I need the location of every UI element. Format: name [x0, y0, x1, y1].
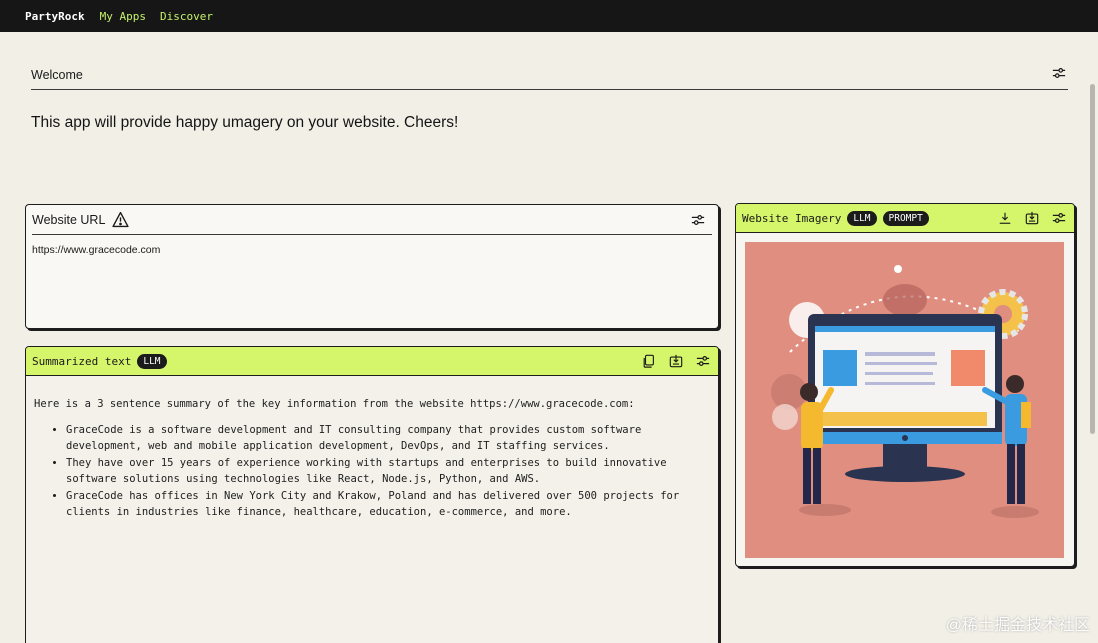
sliders-icon[interactable]	[689, 211, 707, 229]
nav-discover[interactable]: Discover	[160, 10, 213, 23]
widget-header: Website URL	[26, 205, 713, 234]
widget-title: Website Imagery	[742, 211, 842, 225]
prompt-badge: PROMPT	[882, 210, 929, 226]
list-item: They have over 15 years of experience wo…	[66, 455, 710, 488]
welcome-title: Welcome	[31, 68, 83, 82]
generated-website-illustration	[745, 242, 1064, 558]
summary-output: Here is a 3 sentence summary of the key …	[26, 376, 718, 541]
website-url-widget: Website URL https://www.gracecode.com	[25, 204, 719, 329]
widget-header: Summarized text LLM	[26, 347, 718, 376]
llm-badge: LLM	[137, 353, 167, 369]
widget-title: Website URL	[32, 212, 106, 227]
widget-header: Website Imagery LLM PROMPT	[736, 204, 1074, 233]
summary-intro: Here is a 3 sentence summary of the key …	[34, 398, 635, 410]
summarized-text-widget: Summarized text LLM Here is a 3 sentence…	[25, 346, 719, 643]
copy-icon[interactable]	[640, 352, 658, 370]
website-imagery-widget: Website Imagery LLM PROMPT	[735, 203, 1075, 567]
list-item: GraceCode is a software development and …	[66, 422, 710, 455]
download-icon[interactable]	[996, 209, 1014, 227]
export-icon[interactable]	[667, 352, 685, 370]
list-item: GraceCode has offices in New York City a…	[66, 488, 710, 521]
welcome-header: Welcome	[31, 64, 1068, 90]
export-icon[interactable]	[1023, 209, 1041, 227]
widget-title: Summarized text	[32, 354, 132, 368]
brand-logo[interactable]: PartyRock	[25, 10, 85, 23]
url-input[interactable]: https://www.gracecode.com	[26, 235, 718, 265]
llm-badge: LLM	[847, 210, 877, 226]
page-scrollbar[interactable]	[1090, 84, 1095, 434]
top-nav-bar: PartyRock My Apps Discover	[0, 0, 1098, 32]
sliders-icon[interactable]	[1050, 64, 1068, 82]
summary-list: GraceCode is a software development and …	[34, 422, 710, 521]
sliders-icon[interactable]	[1050, 209, 1068, 227]
watermark: @稀土掘金技术社区	[945, 617, 1090, 634]
sliders-icon[interactable]	[694, 352, 712, 370]
app-description: This app will provide happy umagery on y…	[31, 114, 459, 131]
nav-my-apps[interactable]: My Apps	[100, 10, 146, 23]
warning-icon	[111, 211, 129, 229]
